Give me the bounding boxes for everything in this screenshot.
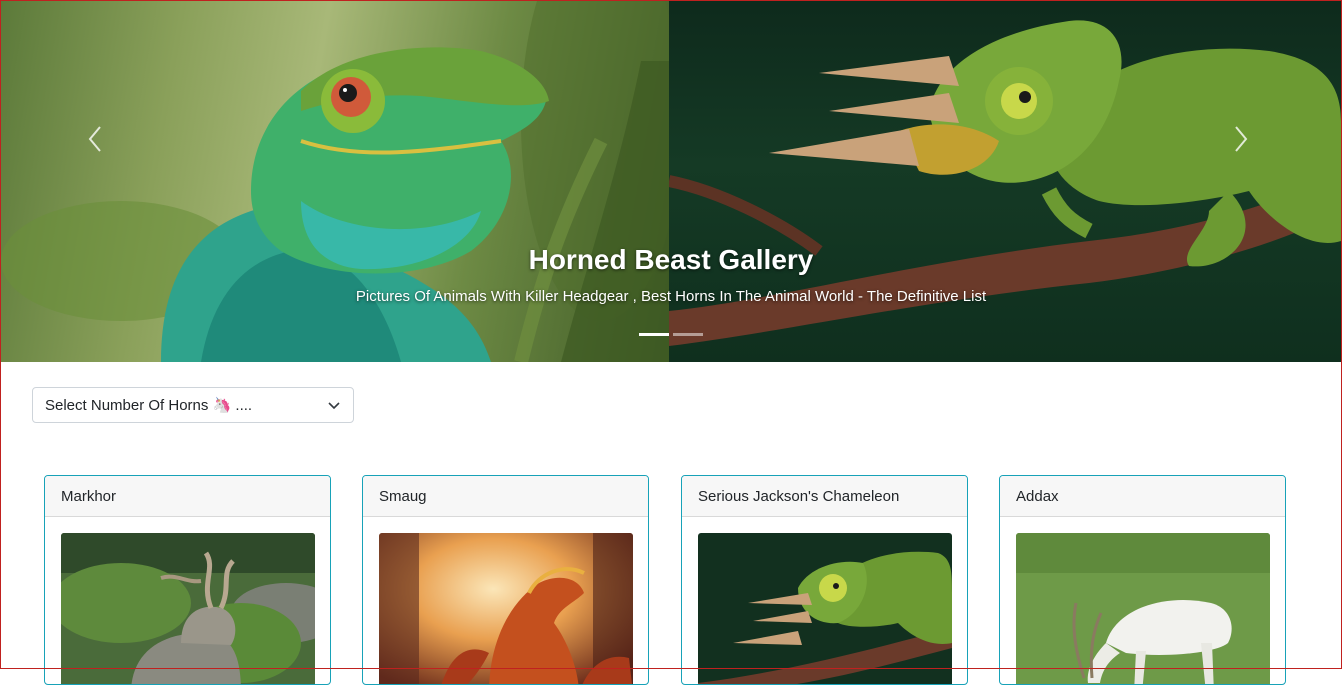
card-title: Smaug <box>363 476 648 517</box>
jacksons-chameleon-image[interactable] <box>698 533 952 684</box>
carousel-indicator-1[interactable] <box>639 333 669 336</box>
beast-card-markhor[interactable]: Markhor <box>44 475 331 685</box>
chevron-down-icon <box>328 402 340 410</box>
carousel-slide-image-left <box>1 1 669 362</box>
gallery-title: Horned Beast Gallery <box>528 244 814 275</box>
carousel-caption: Horned Beast Gallery Pictures Of Animals… <box>1 241 1341 307</box>
carousel-indicator-2[interactable] <box>673 333 703 336</box>
hero-carousel: Horned Beast Gallery Pictures Of Animals… <box>1 1 1341 362</box>
beast-card-smaug[interactable]: Smaug <box>362 475 649 685</box>
beast-card-serious-jacksons-chameleon[interactable]: Serious Jackson's Chameleon <box>681 475 968 685</box>
chevron-right-icon <box>1235 126 1248 152</box>
card-title: Addax <box>1000 476 1285 517</box>
chevron-left-icon <box>88 126 101 152</box>
smaug-image[interactable] <box>379 533 633 684</box>
markhor-image[interactable] <box>61 533 315 684</box>
horns-select[interactable]: Select Number Of Horns 🦄 .... <box>32 387 354 423</box>
carousel-indicators <box>1 333 1341 336</box>
addax-image[interactable] <box>1016 533 1270 684</box>
card-title: Serious Jackson's Chameleon <box>682 476 967 517</box>
beast-card-addax[interactable]: Addax <box>999 475 1286 685</box>
carousel-slide-image-right <box>669 1 1341 362</box>
carousel-next-button[interactable] <box>1221 119 1261 159</box>
gallery-subtitle: Pictures Of Animals With Killer Headgear… <box>355 288 987 305</box>
carousel-prev-button[interactable] <box>75 119 115 159</box>
horns-select-label: Select Number Of Horns 🦄 .... <box>45 397 253 414</box>
card-title: Markhor <box>45 476 330 517</box>
